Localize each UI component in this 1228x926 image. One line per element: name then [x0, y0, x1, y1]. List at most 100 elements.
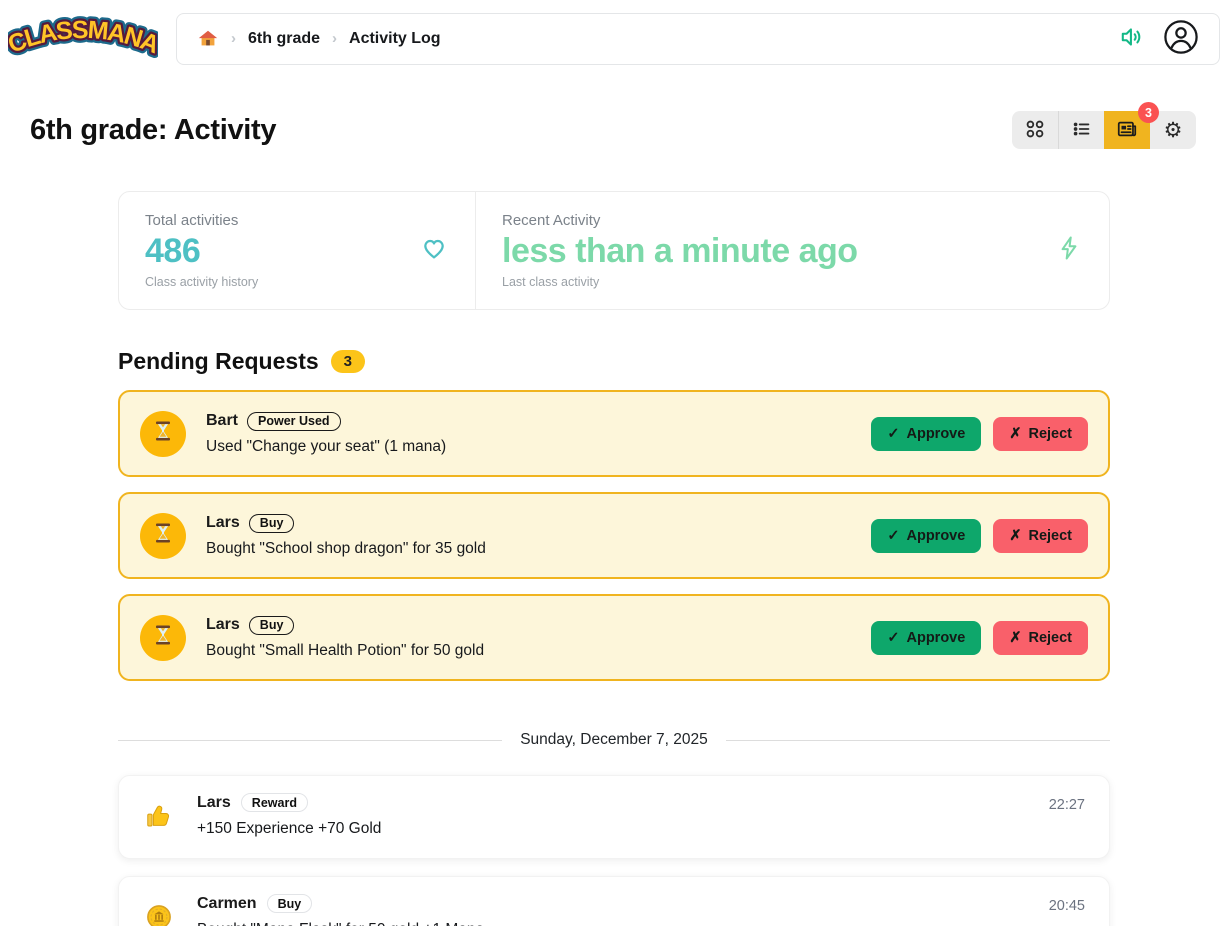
entry-timestamp: 20:45 [1049, 892, 1085, 914]
approve-label: Approve [906, 528, 965, 544]
page: CLASSMANA CLASSMANA CLASSMANA › 6th grad [0, 0, 1228, 926]
approve-button[interactable]: ✓ Approve [871, 519, 981, 553]
request-type-badge: Power Used [247, 412, 341, 431]
reject-button[interactable]: ✗ Reject [993, 417, 1088, 451]
home-icon[interactable] [197, 28, 219, 50]
breadcrumb-separator: › [332, 30, 337, 47]
hourglass-icon [151, 521, 175, 550]
student-name: Lars [206, 514, 240, 532]
entry-description: +150 Experience +70 Gold [197, 820, 381, 838]
activity-log-entry: Carmen Buy Bought "Mana Flask" for 50 go… [118, 876, 1110, 926]
heart-icon [419, 233, 449, 268]
activity-log-list: Lars Reward +150 Experience +70 Gold 22:… [118, 775, 1110, 926]
pending-requests-list: Bart Power Used Used "Change your seat" … [118, 390, 1110, 681]
pending-requests-header: Pending Requests 3 [118, 348, 1110, 375]
breadcrumb: › 6th grade › Activity Log [176, 13, 1220, 65]
stat-label: Total activities [145, 212, 258, 229]
reject-label: Reject [1028, 630, 1072, 646]
request-description: Used "Change your seat" (1 mana) [206, 438, 446, 456]
approve-button[interactable]: ✓ Approve [871, 417, 981, 451]
request-avatar [140, 411, 186, 457]
gear-icon: ⚙ [1164, 120, 1183, 141]
student-name: Lars [197, 794, 231, 812]
x-icon: ✗ [1009, 426, 1021, 442]
entry-icon [143, 903, 175, 926]
check-icon: ✓ [887, 426, 899, 442]
request-type-badge: Buy [249, 616, 295, 635]
page-title: 6th grade: Activity [30, 114, 276, 147]
hourglass-icon [151, 419, 175, 448]
pending-request-card: Lars Buy Bought "School shop dragon" for… [118, 492, 1110, 579]
reject-button[interactable]: ✗ Reject [993, 621, 1088, 655]
classmana-logo[interactable]: CLASSMANA CLASSMANA CLASSMANA [8, 8, 158, 69]
volume-button[interactable] [1119, 24, 1145, 53]
reject-label: Reject [1028, 426, 1072, 442]
header-right [1119, 19, 1199, 58]
pending-requests-title: Pending Requests [118, 348, 319, 375]
classmana-logo-icon: CLASSMANA CLASSMANA CLASSMANA [8, 8, 158, 64]
divider-line [118, 740, 502, 741]
request-avatar [140, 513, 186, 559]
pending-request-card: Bart Power Used Used "Change your seat" … [118, 390, 1110, 477]
date-divider: Sunday, December 7, 2025 [118, 731, 1110, 749]
account-button[interactable] [1163, 19, 1199, 58]
view-toolbar: 3 ⚙ [1012, 111, 1196, 149]
lightning-icon [1055, 234, 1083, 267]
entry-description: Bought "Mana Flask" for 50 gold +1 Mana [197, 921, 484, 926]
request-type-badge: Buy [249, 514, 295, 533]
stat-sublabel: Class activity history [145, 275, 258, 289]
activity-log-entry: Lars Reward +150 Experience +70 Gold 22:… [118, 775, 1110, 859]
approve-label: Approve [906, 630, 965, 646]
entry-type-badge: Buy [267, 894, 313, 913]
stat-card-recent-activity: Recent Activity less than a minute ago L… [476, 192, 1109, 309]
grid-view-button[interactable] [1012, 111, 1058, 149]
breadcrumb-item-activity-log[interactable]: Activity Log [349, 30, 441, 48]
reject-button[interactable]: ✗ Reject [993, 519, 1088, 553]
entry-timestamp: 22:27 [1049, 791, 1085, 813]
newspaper-icon [1116, 118, 1138, 143]
settings-button[interactable]: ⚙ [1150, 111, 1196, 149]
entry-info: Lars Reward +150 Experience +70 Gold [197, 793, 381, 838]
stat-sublabel: Last class activity [502, 275, 858, 289]
request-info: Bart Power Used Used "Change your seat" … [206, 412, 446, 456]
title-row: 6th grade: Activity [0, 69, 1228, 149]
divider-line [726, 740, 1110, 741]
check-icon: ✓ [887, 630, 899, 646]
stat-label: Recent Activity [502, 212, 858, 229]
top-header: CLASSMANA CLASSMANA CLASSMANA › 6th grad [0, 0, 1228, 69]
request-info: Lars Buy Bought "Small Health Potion" fo… [206, 616, 484, 660]
breadcrumb-item-grade[interactable]: 6th grade [248, 30, 320, 48]
breadcrumb-separator: › [231, 30, 236, 47]
request-description: Bought "School shop dragon" for 35 gold [206, 540, 486, 558]
grid-view-icon [1024, 118, 1046, 143]
reject-label: Reject [1028, 528, 1072, 544]
coin-icon [145, 903, 173, 926]
request-description: Bought "Small Health Potion" for 50 gold [206, 642, 484, 660]
stats-panel: Total activities 486 Class activity hist… [118, 191, 1110, 310]
thumbs-up-icon [144, 801, 174, 831]
list-view-icon [1071, 118, 1093, 143]
request-actions: ✓ Approve ✗ Reject [871, 519, 1088, 553]
approve-label: Approve [906, 426, 965, 442]
pending-requests-count-badge: 3 [331, 350, 365, 373]
user-avatar-icon [1163, 19, 1199, 58]
date-header: Sunday, December 7, 2025 [520, 731, 708, 749]
request-avatar [140, 615, 186, 661]
request-actions: ✓ Approve ✗ Reject [871, 417, 1088, 451]
pending-request-card: Lars Buy Bought "Small Health Potion" fo… [118, 594, 1110, 681]
student-name: Bart [206, 412, 238, 430]
activity-log-view-button[interactable]: 3 [1104, 111, 1150, 149]
x-icon: ✗ [1009, 528, 1021, 544]
entry-icon [143, 801, 175, 831]
list-view-button[interactable] [1058, 111, 1104, 149]
volume-icon [1119, 24, 1145, 53]
main-content: Total activities 486 Class activity hist… [118, 191, 1110, 926]
entry-info: Carmen Buy Bought "Mana Flask" for 50 go… [197, 894, 484, 926]
approve-button[interactable]: ✓ Approve [871, 621, 981, 655]
check-icon: ✓ [887, 528, 899, 544]
x-icon: ✗ [1009, 630, 1021, 646]
hourglass-icon [151, 623, 175, 652]
stat-card-total-activities: Total activities 486 Class activity hist… [119, 192, 476, 309]
request-info: Lars Buy Bought "School shop dragon" for… [206, 514, 486, 558]
request-actions: ✓ Approve ✗ Reject [871, 621, 1088, 655]
